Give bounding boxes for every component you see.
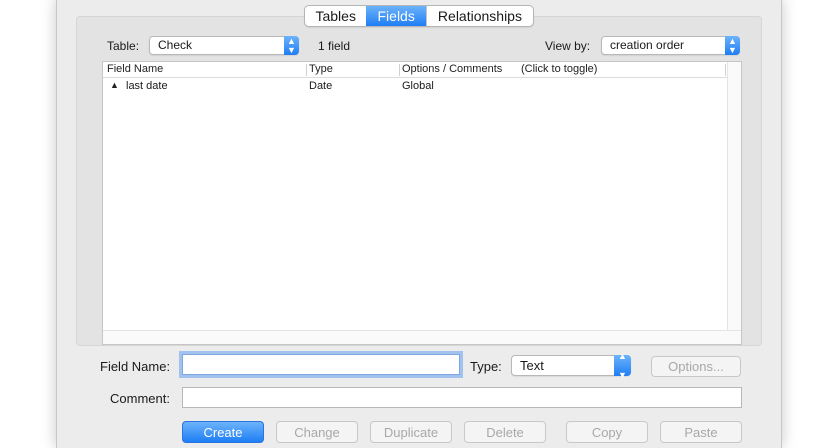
- tab-fields[interactable]: Fields: [366, 6, 426, 26]
- row-field-name: last date: [126, 80, 168, 92]
- type-popup[interactable]: Text ▲ ▼: [511, 351, 631, 380]
- tab-bar: Tables Fields Relationships: [304, 5, 534, 27]
- type-popup-value: Text: [520, 358, 544, 373]
- column-divider: [725, 64, 726, 76]
- popup-arrows-icon: ▲ ▼: [725, 36, 740, 55]
- view-by-label: View by:: [545, 39, 591, 53]
- field-name-input[interactable]: [182, 354, 460, 375]
- view-by-popup-value: creation order: [610, 38, 685, 52]
- column-header-options[interactable]: Options / Comments: [402, 63, 502, 75]
- table-label: Table:: [107, 39, 140, 53]
- horizontal-scrollbar[interactable]: [103, 330, 741, 344]
- table-popup-value: Check: [158, 38, 193, 52]
- row-field-options: Global: [402, 80, 434, 92]
- popup-arrows-icon: ▲ ▼: [614, 351, 631, 380]
- drag-handle-icon[interactable]: ▲: [110, 80, 119, 90]
- comment-label: Comment:: [110, 391, 170, 406]
- options-button[interactable]: Options...: [651, 356, 741, 377]
- column-divider[interactable]: [399, 64, 400, 76]
- field-name-label: Field Name:: [100, 359, 171, 374]
- table-popup[interactable]: Check ▲ ▼: [149, 36, 299, 55]
- column-header-field-name[interactable]: Field Name: [107, 63, 163, 75]
- tab-relationships[interactable]: Relationships: [425, 6, 533, 26]
- row-field-type: Date: [309, 80, 333, 92]
- popup-arrows-icon: ▲ ▼: [284, 36, 299, 55]
- field-count: 1 field: [318, 39, 351, 53]
- vertical-scrollbar[interactable]: [727, 62, 741, 330]
- fields-table[interactable]: Field Name Type Options / Comments (Clic…: [102, 61, 742, 345]
- column-header-toggle-hint[interactable]: (Click to toggle): [521, 63, 597, 75]
- column-divider[interactable]: [306, 64, 307, 76]
- table-row[interactable]: ▲ last date Date Global: [103, 78, 725, 96]
- tab-tables[interactable]: Tables: [305, 6, 366, 26]
- view-by-popup[interactable]: creation order ▲ ▼: [601, 36, 740, 55]
- type-label: Type:: [470, 359, 502, 374]
- table-header: Field Name Type Options / Comments (Clic…: [103, 62, 741, 78]
- column-header-type[interactable]: Type: [309, 63, 333, 75]
- comment-input[interactable]: [182, 387, 742, 408]
